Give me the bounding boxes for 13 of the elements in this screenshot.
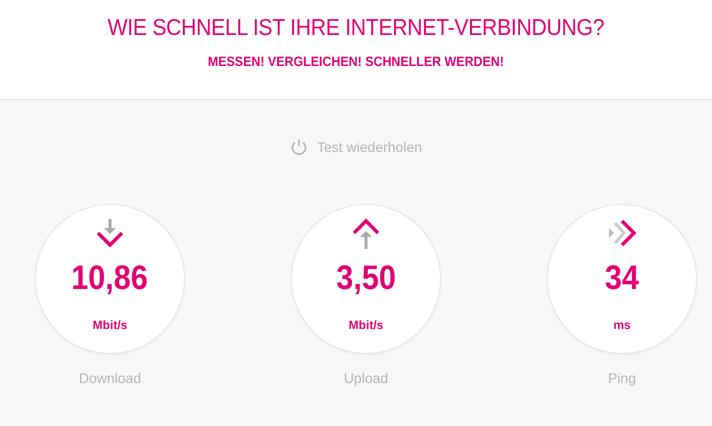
result-label: Ping (608, 370, 636, 386)
repeat-test-button[interactable]: Test wiederholen (290, 138, 422, 156)
result-label: Download (78, 370, 142, 386)
result-value: 34 (604, 259, 640, 298)
result-value: 3,50 (336, 259, 396, 298)
result-unit: ms (613, 318, 631, 332)
result-unit: Mbit/s (92, 318, 128, 332)
result-unit: Mbit/s (348, 318, 384, 332)
result-label: Upload (344, 370, 388, 386)
power-icon (290, 138, 308, 156)
result-value: 10,86 (72, 259, 148, 298)
page-subtitle: MESSEN! VERGLEICHEN! SCHNELLER WERDEN! (208, 54, 504, 69)
page-title: WIE SCHNELL IST IHRE INTERNET-VERBINDUNG? (108, 14, 604, 41)
